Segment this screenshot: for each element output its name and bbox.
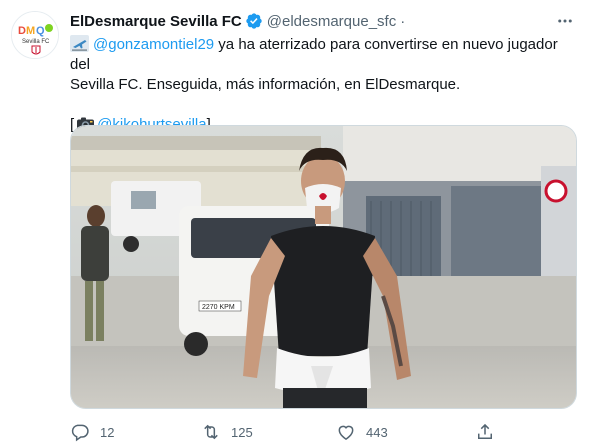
svg-text:Q: Q (36, 25, 45, 37)
eldesmarque-logo: D M Q Sevilla FC (12, 12, 58, 58)
handle[interactable]: @eldesmarque_sfc (267, 13, 396, 30)
header-separator: · (400, 12, 406, 30)
tweet-text: @gonzamontiel29 ya ha aterrizado para co… (70, 35, 578, 135)
tweet-actions: 12 125 443 (70, 420, 510, 444)
line-break (70, 95, 578, 115)
like-count: 443 (366, 424, 388, 440)
road-sign (544, 179, 568, 203)
more-options-icon[interactable] (554, 10, 576, 32)
retweet-count: 125 (231, 424, 253, 440)
reply-count: 12 (100, 424, 115, 440)
license-plate-text: 2270 KPM (202, 304, 235, 311)
tweet-line-1: @gonzamontiel29 ya ha aterrizado para co… (70, 35, 578, 75)
tweet-card[interactable]: D M Q Sevilla FC ElDesmarque Sevilla FC … (0, 0, 590, 447)
share-button[interactable] (475, 420, 495, 444)
svg-text:Sevilla FC: Sevilla FC (22, 39, 50, 45)
verified-badge-icon (245, 12, 263, 30)
tweet-photo[interactable]: 2270 KPM (70, 125, 577, 409)
retweet-button[interactable]: 125 (201, 420, 253, 444)
display-name[interactable]: ElDesmarque Sevilla FC (70, 13, 242, 30)
retweet-icon (204, 424, 218, 440)
airplane-departure-icon (70, 35, 89, 52)
tweet-header: ElDesmarque Sevilla FC @eldesmarque_sfc … (70, 10, 409, 32)
heart-icon (338, 425, 354, 440)
svg-text:M: M (26, 25, 35, 37)
reply-icon (71, 424, 89, 442)
reply-button[interactable]: 12 (70, 420, 114, 444)
tweet-line-2: Sevilla FC. Enseguida, más información, … (70, 76, 461, 93)
mention-player-link[interactable]: @gonzamontiel29 (93, 36, 214, 53)
woman-figure (87, 205, 105, 227)
svg-text:D: D (18, 25, 26, 37)
black-tshirt (271, 226, 375, 356)
avatar[interactable]: D M Q Sevilla FC (11, 11, 59, 59)
like-button[interactable]: 443 (336, 420, 388, 444)
share-icon (478, 423, 492, 439)
